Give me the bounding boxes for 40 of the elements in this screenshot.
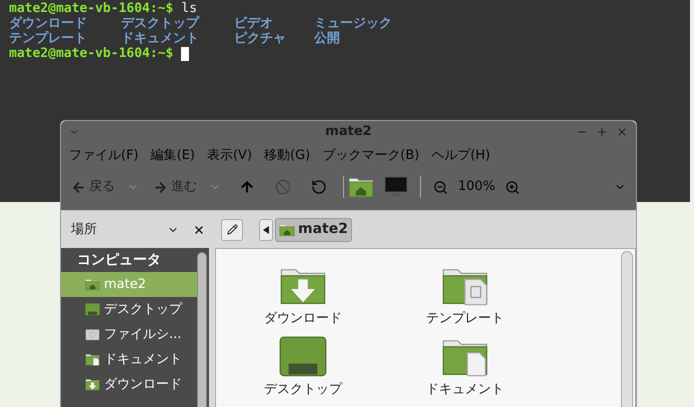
stop-icon[interactable] bbox=[275, 179, 291, 195]
edit-location-button[interactable] bbox=[221, 218, 243, 240]
sidebar-title: 場所 bbox=[71, 220, 98, 239]
file-name[interactable]: ドキュメント bbox=[426, 380, 504, 400]
directory-name: テンプレート bbox=[9, 31, 88, 46]
path-back-button[interactable] bbox=[259, 218, 273, 240]
zoom-level: 100% bbox=[458, 178, 496, 196]
zoom-out-icon[interactable] bbox=[433, 180, 448, 194]
directory-name: ダウンロード bbox=[9, 16, 88, 31]
directory-name: ピクチャ bbox=[234, 31, 287, 46]
left-triangle-icon bbox=[263, 226, 269, 234]
directory-name: ドキュメント bbox=[121, 31, 200, 46]
terminal-command: ls bbox=[181, 1, 198, 16]
window-title: mate2 bbox=[325, 123, 372, 142]
maximize-icon[interactable] bbox=[596, 126, 608, 138]
home-folder-icon bbox=[279, 222, 295, 236]
sidebar-item[interactable]: デスクトップ bbox=[61, 297, 197, 322]
terminal-prompt: mate2@mate-vb-1604:~$ bbox=[9, 1, 174, 16]
monitor-icon[interactable] bbox=[384, 176, 408, 198]
home-folder-icon bbox=[348, 176, 374, 198]
sidebar-section-title: コンピュータ bbox=[76, 250, 162, 270]
scrollbar[interactable] bbox=[621, 251, 633, 407]
sidebar-item[interactable]: ファイルシ... bbox=[61, 322, 197, 347]
file-name[interactable]: ダウンロード bbox=[264, 308, 342, 328]
path-button[interactable]: mate2 bbox=[275, 218, 352, 242]
close-icon[interactable] bbox=[193, 224, 205, 236]
directory-name: 公開 bbox=[314, 31, 341, 46]
scrollbar[interactable] bbox=[197, 252, 207, 407]
directory-name: デスクトップ bbox=[121, 16, 201, 31]
sidebar-item[interactable]: ダウンロード bbox=[61, 372, 197, 397]
terminal-prompt: mate2@mate-vb-1604:~$ bbox=[9, 46, 174, 61]
forward-arrow-icon bbox=[153, 180, 168, 194]
directory-name: ビデオ bbox=[234, 16, 274, 31]
pencil-icon bbox=[226, 224, 238, 235]
sidebar-item[interactable]: ドキュメント bbox=[61, 347, 197, 372]
directory-name: ミュージック bbox=[314, 16, 393, 31]
file-name[interactable]: テンプレート bbox=[426, 308, 504, 328]
reload-icon[interactable] bbox=[311, 179, 327, 195]
zoom-in-icon[interactable] bbox=[505, 180, 520, 194]
file-name[interactable]: デスクトップ bbox=[264, 380, 342, 400]
